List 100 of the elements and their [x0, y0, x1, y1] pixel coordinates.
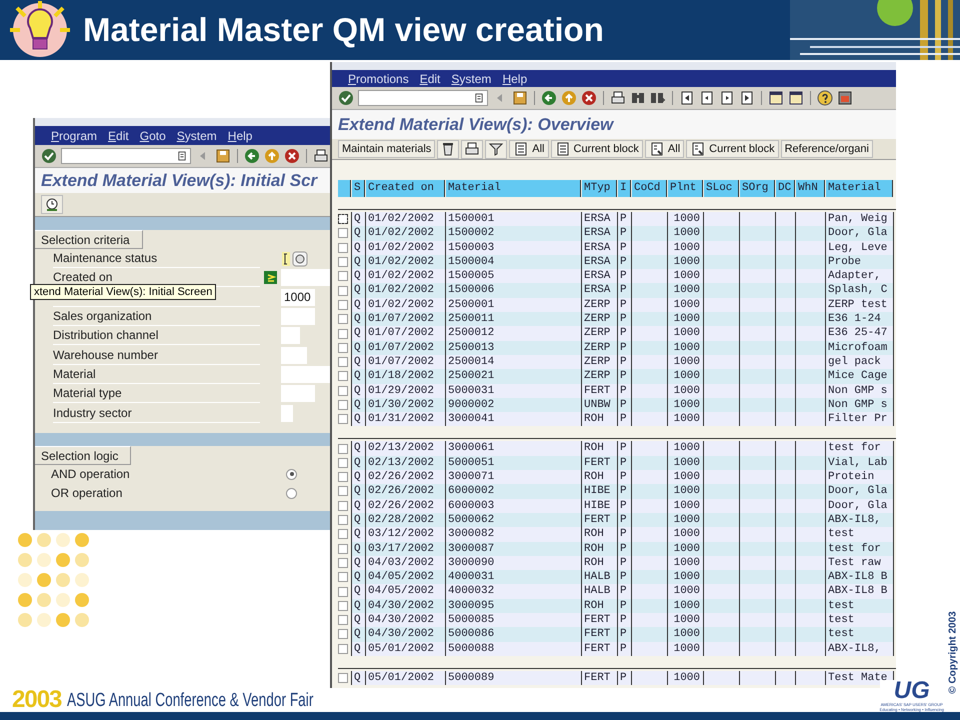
column-header[interactable]: WhN — [796, 180, 825, 197]
help-icon[interactable] — [817, 90, 833, 106]
checkbox[interactable] — [338, 458, 348, 468]
layout-icon[interactable] — [837, 90, 853, 106]
checkbox[interactable] — [338, 357, 348, 368]
filter-icon[interactable] — [488, 141, 504, 157]
menu-item[interactable]: Program — [51, 128, 98, 142]
column-header[interactable]: Created on — [366, 180, 445, 197]
checkbox[interactable] — [338, 228, 348, 238]
dropdown-icon[interactable] — [475, 93, 483, 103]
column-header[interactable]: CoCd — [632, 180, 667, 197]
select-block-icon[interactable] — [554, 141, 570, 157]
column-header[interactable]: I — [618, 180, 631, 197]
checkbox[interactable] — [338, 271, 348, 282]
print-icon[interactable] — [313, 148, 329, 164]
toolbar-button[interactable]: Reference/organi — [780, 140, 873, 158]
checkbox[interactable] — [338, 444, 348, 454]
command-field[interactable] — [61, 148, 191, 164]
input-field[interactable] — [281, 385, 315, 402]
checkbox[interactable] — [338, 644, 348, 654]
checkbox[interactable] — [338, 529, 348, 540]
checkbox[interactable] — [338, 472, 348, 482]
print-icon[interactable] — [610, 90, 626, 106]
find-next-icon[interactable] — [650, 90, 666, 106]
column-header[interactable]: Plnt — [668, 180, 703, 197]
checkbox[interactable] — [338, 342, 348, 353]
deselect-block-icon[interactable] — [690, 141, 706, 157]
checkbox[interactable] — [338, 572, 348, 582]
column-header[interactable]: Material — [826, 180, 893, 197]
checkbox[interactable] — [338, 500, 348, 511]
checkbox[interactable] — [338, 300, 348, 310]
shortcut-icon[interactable] — [788, 90, 804, 106]
radio-button[interactable] — [286, 488, 297, 499]
toolbar-button[interactable]: Maintain materials — [338, 140, 436, 158]
input-field[interactable] — [281, 404, 293, 422]
input-field[interactable] — [281, 346, 307, 364]
toolbar-button[interactable] — [437, 140, 460, 158]
checkbox[interactable] — [338, 414, 348, 424]
column-header[interactable]: Material — [446, 180, 581, 197]
menu-item[interactable]: System — [451, 72, 492, 86]
execute-button[interactable] — [41, 195, 63, 214]
menu-item[interactable]: Promotions — [348, 72, 409, 86]
dropdown-icon[interactable] — [178, 151, 186, 161]
input-field[interactable] — [281, 269, 330, 286]
column-header[interactable]: DC — [776, 180, 795, 197]
cancel-icon[interactable] — [284, 148, 300, 164]
checkbox[interactable] — [338, 371, 348, 382]
cancel-icon[interactable] — [581, 90, 597, 106]
toolbar-button[interactable]: All — [644, 140, 684, 158]
checkbox[interactable] — [338, 544, 348, 554]
checkbox[interactable] — [338, 400, 348, 410]
column-header[interactable]: SLoc — [704, 180, 739, 197]
checkbox[interactable] — [338, 486, 348, 496]
menu-item[interactable]: Edit — [108, 128, 129, 142]
back-icon[interactable] — [244, 148, 260, 164]
checkbox[interactable] — [338, 314, 348, 324]
menu-item[interactable]: System — [176, 128, 217, 142]
new-session-icon[interactable] — [768, 90, 784, 106]
checkbox[interactable] — [338, 386, 348, 396]
toolbar-button[interactable] — [485, 140, 508, 158]
checkbox[interactable] — [338, 615, 348, 626]
range-option-icon[interactable] — [264, 271, 277, 284]
checkbox[interactable] — [338, 286, 348, 296]
check-icon[interactable] — [338, 90, 354, 106]
input-field[interactable]: 1000 — [281, 288, 315, 306]
toolbar-button[interactable]: Current block — [686, 140, 779, 158]
radio-button[interactable] — [286, 468, 297, 480]
checkbox[interactable] — [338, 214, 348, 224]
select-all-icon[interactable] — [513, 141, 530, 157]
deselect-all-icon[interactable] — [648, 141, 665, 157]
checkbox[interactable] — [338, 242, 348, 253]
checkbox[interactable] — [338, 515, 348, 526]
menu-item[interactable]: Help — [228, 128, 252, 142]
input-field[interactable] — [281, 366, 330, 383]
execute-icon[interactable] — [44, 196, 60, 212]
menu-item[interactable]: Help — [502, 72, 528, 86]
checkbox[interactable] — [338, 257, 348, 268]
find-icon[interactable] — [630, 90, 646, 106]
toolbar-button[interactable]: All — [509, 140, 548, 158]
back-icon[interactable] — [541, 90, 557, 106]
checkbox[interactable] — [338, 600, 348, 611]
previous-page-icon[interactable] — [699, 90, 715, 106]
save-icon[interactable] — [215, 148, 231, 164]
print-icon[interactable] — [464, 141, 480, 157]
command-field[interactable] — [358, 90, 488, 106]
checkbox[interactable] — [338, 673, 348, 684]
option-icon[interactable] — [292, 250, 308, 267]
checkbox[interactable] — [338, 328, 348, 339]
save-icon[interactable] — [512, 90, 528, 106]
menu-item[interactable]: Goto — [140, 128, 166, 142]
select-column-header[interactable] — [338, 180, 351, 197]
first-page-icon[interactable] — [679, 90, 695, 106]
column-header[interactable]: MTyp — [582, 180, 617, 197]
checkbox[interactable] — [338, 558, 348, 568]
menu-item[interactable]: Edit — [420, 72, 440, 86]
check-icon[interactable] — [41, 148, 57, 164]
column-header[interactable]: SOrg — [740, 180, 775, 197]
toolbar-button[interactable]: Current block — [550, 140, 643, 158]
input-field[interactable] — [281, 308, 315, 326]
checkbox[interactable] — [338, 629, 348, 640]
